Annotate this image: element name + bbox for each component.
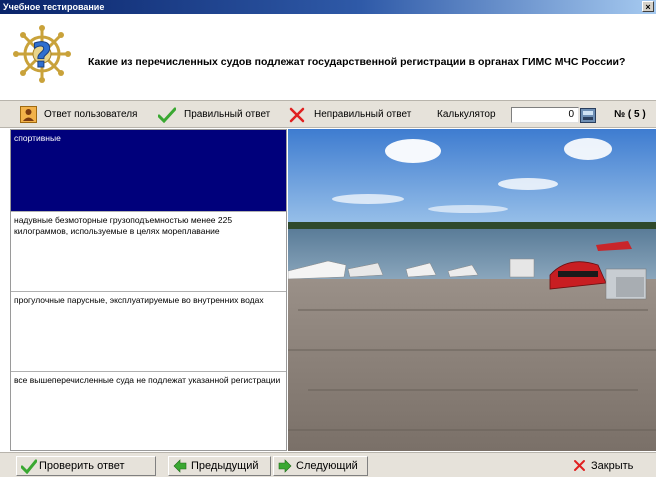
calculator-label: Калькулятор <box>437 109 496 120</box>
answer-option-2[interactable]: надувные безмоторные грузоподъемностью м… <box>11 212 286 292</box>
answer-option-3[interactable]: прогулочные парусные, эксплуатируемые во… <box>11 292 286 372</box>
close-label: Закрыть <box>591 460 634 472</box>
bottom-bar: Проверить ответ Предыдущий Следующий Зак… <box>0 452 656 477</box>
window-title: Учебное тестирование <box>3 2 105 12</box>
calculator-input[interactable]: 0 <box>511 107 579 123</box>
answer-option-1[interactable]: спортивные <box>11 130 286 212</box>
answer-option-4[interactable]: все вышеперечисленные суда не подлежат у… <box>11 372 286 450</box>
user-icon <box>20 106 37 123</box>
close-icon <box>574 460 585 471</box>
previous-button[interactable]: Предыдущий <box>168 456 271 476</box>
calculator-icon[interactable] <box>580 108 596 123</box>
svg-text:?: ? <box>32 36 52 76</box>
cross-icon <box>289 107 305 123</box>
answer-list: спортивные надувные безмоторные грузопод… <box>10 129 287 451</box>
window-titlebar: Учебное тестирование × <box>0 0 656 14</box>
next-label: Следующий <box>296 460 358 472</box>
answer-text: прогулочные парусные, эксплуатируемые во… <box>14 295 264 305</box>
arrow-right-icon <box>278 459 292 473</box>
answer-text: спортивные <box>14 133 61 143</box>
checkmark-icon <box>21 459 37 474</box>
question-photo <box>288 129 656 451</box>
user-answer-label: Ответ пользователя <box>44 109 138 120</box>
correct-answer-label: Правильный ответ <box>184 109 271 120</box>
question-text: Какие из перечисленных судов подлежат го… <box>88 56 626 68</box>
question-number: № ( 5 ) <box>614 109 646 120</box>
close-button[interactable]: Закрыть <box>568 456 652 476</box>
checkmark-icon <box>158 107 176 123</box>
check-answer-button[interactable]: Проверить ответ <box>16 456 156 476</box>
helm-question-icon: ? <box>13 25 71 83</box>
answer-text: все вышеперечисленные суда не подлежат у… <box>14 375 281 385</box>
answer-text: надувные безмоторные грузоподъемностью м… <box>14 215 233 236</box>
check-answer-label: Проверить ответ <box>39 460 125 472</box>
question-panel: ? Какие из перечисленных судов подлежат … <box>0 14 656 100</box>
window-close-button[interactable]: × <box>642 1 654 12</box>
wrong-answer-label: Неправильный ответ <box>314 109 412 120</box>
arrow-left-icon <box>173 459 187 473</box>
toolbar: Ответ пользователя Правильный ответ Непр… <box>0 100 656 128</box>
next-button[interactable]: Следующий <box>273 456 368 476</box>
previous-label: Предыдущий <box>191 460 259 472</box>
